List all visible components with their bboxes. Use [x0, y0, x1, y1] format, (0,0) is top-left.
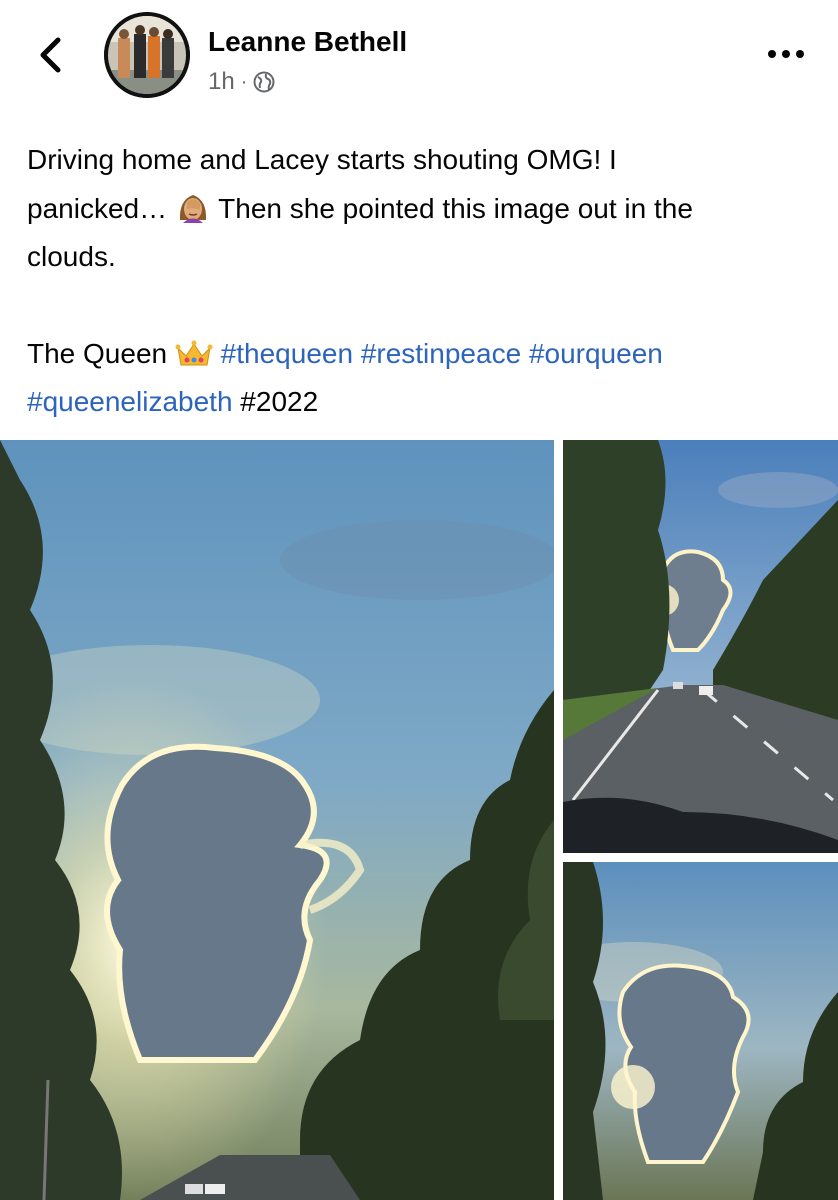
chevron-left-icon — [40, 37, 61, 73]
hashtag-link[interactable]: #queenelizabeth — [27, 386, 233, 417]
post-text-line: Driving home and Lacey starts shouting O… — [27, 144, 617, 175]
crown-emoji — [175, 340, 213, 365]
author-name[interactable]: Leanne Bethell — [208, 26, 407, 58]
face-palm-emoji — [179, 194, 206, 223]
more-horizontal-icon — [768, 50, 804, 58]
cloud-photo-main[interactable] — [0, 440, 554, 1200]
post-text-line: #queenelizabeth #2022 — [27, 378, 817, 427]
hashtag-link[interactable]: #restinpeace — [361, 338, 521, 369]
more-options-button[interactable] — [764, 36, 808, 72]
avatar[interactable] — [104, 12, 190, 98]
post-text-line: panicked… Then she pointed this image ou… — [27, 185, 817, 234]
plain-tag: #2022 — [240, 386, 319, 417]
hashtag-link[interactable]: #ourqueen — [529, 338, 663, 369]
post-text: Driving home and Lacey starts shouting O… — [27, 136, 817, 427]
post-text-line: clouds. — [27, 241, 116, 272]
post-meta: 1h · — [208, 68, 275, 96]
road-photo[interactable] — [563, 440, 838, 853]
meta-separator: · — [240, 70, 248, 93]
back-button[interactable] — [30, 28, 74, 82]
post-time[interactable]: 1h — [208, 68, 235, 96]
globe-icon — [253, 71, 275, 93]
cloud-photo-small[interactable] — [563, 862, 838, 1200]
post-header: Leanne Bethell 1h · — [0, 0, 838, 120]
hashtag-link[interactable]: #thequeen — [221, 338, 353, 369]
post-text-line: The Queen #thequeen #restinpeace #ourque… — [27, 337, 663, 369]
